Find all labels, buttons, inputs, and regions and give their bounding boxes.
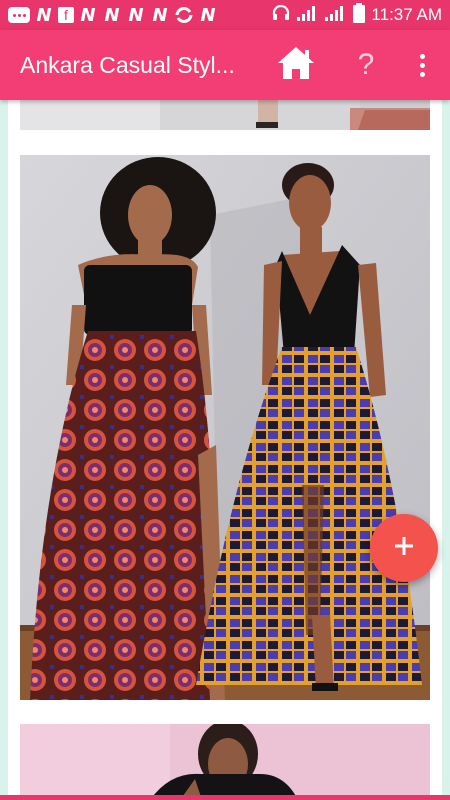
app-bar: Ankara Casual Styl... ? (0, 30, 450, 100)
more-vert-icon (419, 53, 425, 77)
notification-n-icon: N (104, 4, 120, 26)
facebook-icon: f (58, 7, 74, 23)
home-icon (276, 45, 316, 86)
signal-icon (297, 5, 319, 26)
ankara-style-photo-2 (20, 155, 430, 700)
sync-icon (174, 4, 194, 26)
clock: 11:37 AM (371, 5, 442, 24)
headset-icon (271, 3, 291, 28)
help-button[interactable]: ? (342, 30, 390, 100)
notification-n-icon: N (128, 4, 144, 26)
gallery-list[interactable] (8, 100, 442, 800)
ankara-style-photo-3 (20, 724, 430, 800)
bottom-accent-bar (0, 795, 450, 800)
battery-icon (353, 2, 366, 28)
home-button[interactable] (272, 30, 320, 100)
app-title: Ankara Casual Styl... (20, 52, 235, 78)
notification-icons: N f N N N N N (8, 4, 218, 26)
add-button[interactable] (370, 514, 438, 582)
message-icon (8, 7, 30, 23)
signal-icon (325, 5, 347, 26)
help-icon: ? (357, 48, 375, 81)
notification-n-icon: N (200, 4, 216, 26)
notification-n-icon: N (36, 4, 52, 26)
notification-n-icon: N (152, 4, 168, 26)
gallery-item[interactable] (20, 155, 430, 700)
gallery-item[interactable] (20, 100, 430, 130)
more-options-button[interactable] (400, 30, 444, 100)
ankara-style-photo-1 (20, 100, 430, 130)
notification-n-icon: N (80, 4, 96, 26)
add-icon (393, 535, 415, 562)
gallery-item[interactable] (20, 724, 430, 800)
status-bar: N f N N N N N 11:37 AM (0, 0, 450, 30)
